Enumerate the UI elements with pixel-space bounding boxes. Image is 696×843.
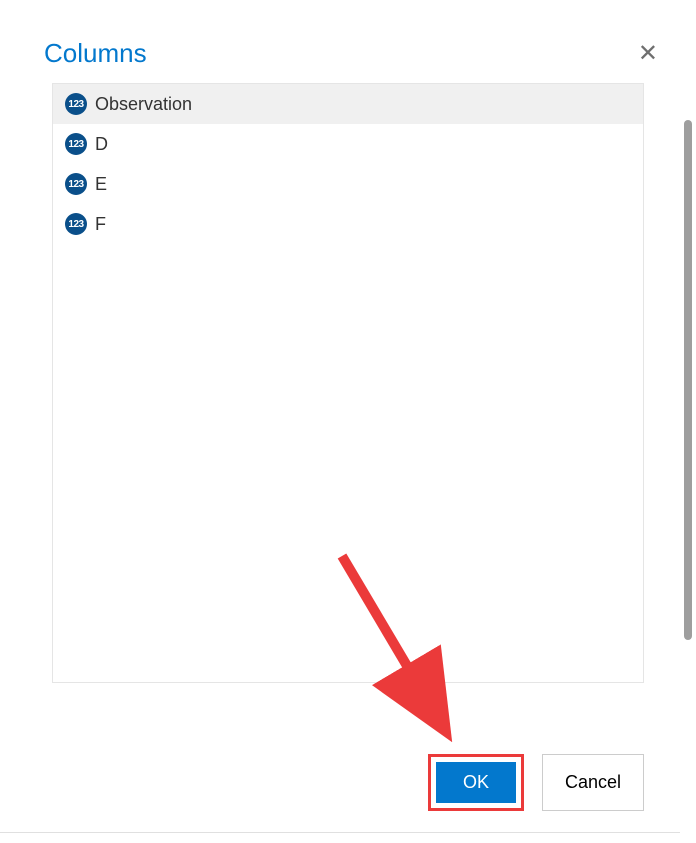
numeric-type-icon: 123 [65,93,87,115]
column-label: F [95,214,106,235]
ok-button[interactable]: OK [436,762,516,803]
dialog-footer: OK Cancel [428,754,644,811]
columns-list[interactable]: 123 Observation 123 D 123 E 123 F [52,83,644,683]
numeric-type-icon: 123 [65,173,87,195]
ok-highlight-box: OK [428,754,524,811]
footer-divider [0,832,680,833]
column-item-f[interactable]: 123 F [53,204,643,244]
column-label: E [95,174,107,195]
column-item-d[interactable]: 123 D [53,124,643,164]
column-label: Observation [95,94,192,115]
column-item-observation[interactable]: 123 Observation [53,84,643,124]
dialog-title: Columns [44,38,147,69]
column-label: D [95,134,108,155]
column-item-e[interactable]: 123 E [53,164,643,204]
numeric-type-icon: 123 [65,133,87,155]
numeric-type-icon: 123 [65,213,87,235]
scrollbar-thumb[interactable] [684,120,692,640]
columns-dialog: Columns ✕ 123 Observation 123 D 123 E 12… [0,0,696,843]
dialog-header: Columns ✕ [0,20,696,83]
close-icon[interactable]: ✕ [638,42,658,66]
cancel-button[interactable]: Cancel [542,754,644,811]
